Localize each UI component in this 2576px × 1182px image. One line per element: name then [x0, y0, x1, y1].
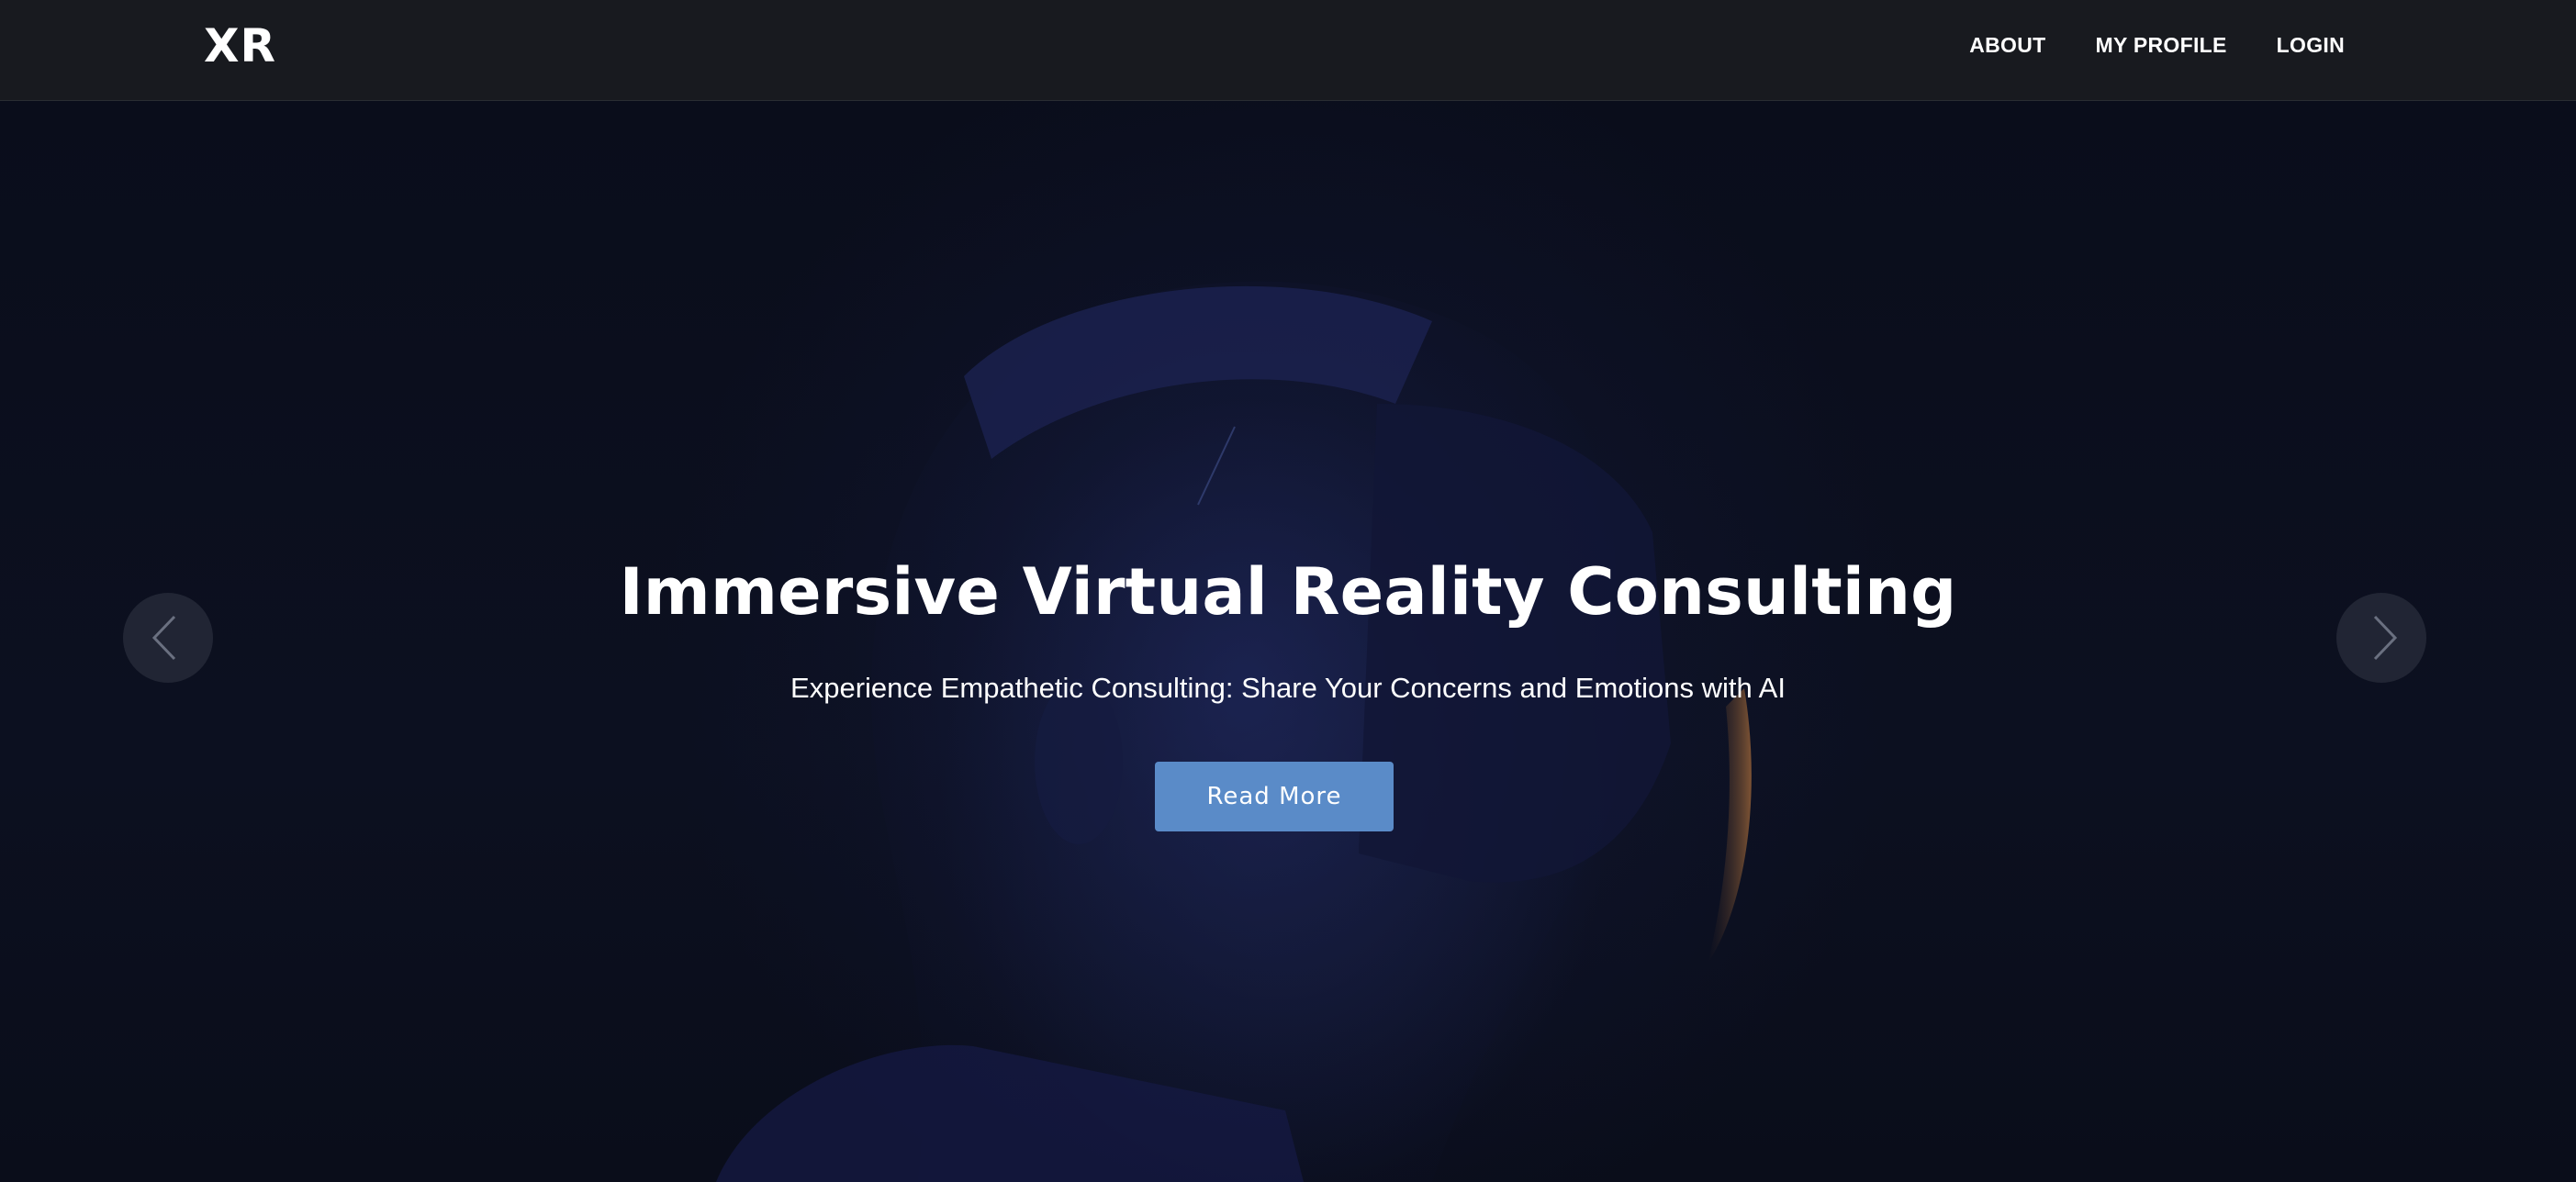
page: XR ABOUT MY PROFILE LOGIN Immersive Virt…: [0, 0, 2576, 1182]
nav-link-about[interactable]: ABOUT: [1969, 33, 2045, 58]
hero-carousel: Immersive Virtual Reality Consulting Exp…: [0, 101, 2576, 1182]
hero-subtitle: Experience Empathetic Consulting: Share …: [790, 672, 1786, 704]
hero-background-image: [716, 281, 1752, 1182]
carousel-next-button[interactable]: [2336, 593, 2426, 683]
carousel-prev-button[interactable]: [123, 593, 213, 683]
nav-link-my-profile[interactable]: MY PROFILE: [2096, 33, 2227, 58]
chevron-right-icon: [2373, 615, 2398, 661]
nav-links: ABOUT MY PROFILE LOGIN: [1969, 0, 2345, 90]
hero-title: Immersive Virtual Reality Consulting: [619, 554, 1957, 630]
top-navbar: XR ABOUT MY PROFILE LOGIN: [0, 0, 2576, 101]
nav-link-login[interactable]: LOGIN: [2277, 33, 2345, 58]
brand-logo[interactable]: XR: [204, 17, 276, 75]
read-more-button[interactable]: Read More: [1155, 762, 1394, 831]
chevron-left-icon: [151, 615, 176, 661]
